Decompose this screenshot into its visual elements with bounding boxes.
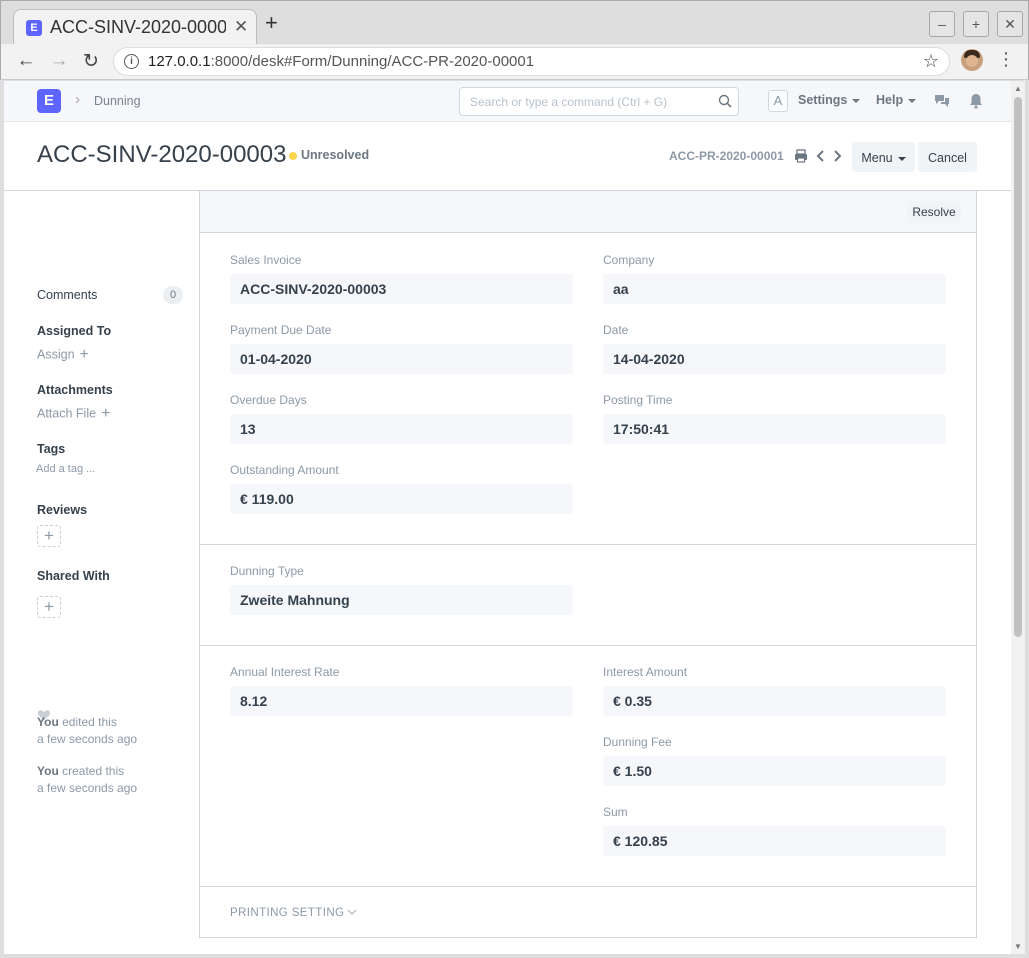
window-close-button[interactable]: ✕ xyxy=(997,11,1023,37)
notifications-bell-icon[interactable] xyxy=(967,92,985,110)
forward-arrow-icon[interactable]: → xyxy=(48,50,70,72)
payment-due-date-label: Payment Due Date xyxy=(230,323,332,337)
address-bar[interactable]: i 127.0.0.1:8000/desk#Form/Dunning/ACC-P… xyxy=(113,47,950,76)
resolve-button[interactable]: Resolve xyxy=(907,201,961,223)
tab-close-icon[interactable]: ✕ xyxy=(234,17,248,37)
printing-setting-section-head[interactable]: PRINTING SETTING xyxy=(230,907,344,919)
interest-amount-label: Interest Amount xyxy=(603,665,688,679)
print-icon[interactable] xyxy=(793,148,809,164)
section-divider xyxy=(200,544,976,545)
shared-with-label: Shared With xyxy=(37,569,110,583)
scroll-up-arrow-icon[interactable]: ▲ xyxy=(1014,84,1022,93)
breadcrumb-chevron-icon: › xyxy=(75,91,80,108)
dunning-type-field[interactable]: Zweite Mahnung xyxy=(230,585,573,615)
browser-menu-icon[interactable]: ⋮ xyxy=(997,49,1015,70)
tags-label: Tags xyxy=(37,442,66,456)
plus-icon: + xyxy=(101,405,111,422)
breadcrumb[interactable]: Dunning xyxy=(94,94,141,108)
user-avatar[interactable]: A xyxy=(768,90,788,112)
reload-icon[interactable]: ↻ xyxy=(80,50,102,73)
search-input[interactable] xyxy=(460,88,710,115)
sum-field[interactable]: € 120.85 xyxy=(603,826,946,856)
search-icon[interactable] xyxy=(718,94,732,108)
form-toolbar: Resolve xyxy=(200,191,976,233)
comments-label[interactable]: Comments xyxy=(37,288,97,302)
comments-count-badge: 0 xyxy=(163,286,183,304)
add-tag-link[interactable]: Add a tag ... xyxy=(36,463,95,475)
menu-button[interactable]: Menu xyxy=(852,142,915,172)
overdue-days-label: Overdue Days xyxy=(230,393,307,407)
page-title: ACC-SINV-2020-00003 xyxy=(37,141,287,168)
section-divider xyxy=(200,645,976,646)
awesome-bar[interactable] xyxy=(459,87,739,116)
company-label: Company xyxy=(603,253,655,267)
app-navbar: E › Dunning A Settings Help xyxy=(4,81,1011,122)
browser-tabbar: E ACC-SINV-2020-00003 ✕ + – + ✕ xyxy=(0,0,1029,45)
company-field[interactable]: aa xyxy=(603,274,946,304)
plus-icon: + xyxy=(79,346,89,363)
document-name: ACC-PR-2020-00001 xyxy=(669,149,784,163)
payment-due-date-field[interactable]: 01-04-2020 xyxy=(230,344,573,374)
interest-amount-field[interactable]: € 0.35 xyxy=(603,686,946,716)
outstanding-amount-label: Outstanding Amount xyxy=(230,463,339,477)
dunning-fee-field[interactable]: € 1.50 xyxy=(603,756,946,786)
dunning-fee-label: Dunning Fee xyxy=(603,735,672,749)
posting-time-label: Posting Time xyxy=(603,393,673,407)
sales-invoice-field[interactable]: ACC-SINV-2020-00003 xyxy=(230,274,573,304)
status-badge: Unresolved xyxy=(301,148,370,162)
tab-favicon: E xyxy=(26,20,42,36)
settings-dropdown[interactable]: Settings xyxy=(798,93,861,107)
scroll-down-arrow-icon[interactable]: ▼ xyxy=(1014,942,1022,951)
add-review-button[interactable]: + xyxy=(37,525,61,547)
next-document-icon[interactable] xyxy=(829,148,845,164)
assigned-to-label: Assigned To xyxy=(37,324,112,338)
reviews-label: Reviews xyxy=(37,503,88,517)
profile-avatar[interactable] xyxy=(961,49,983,71)
new-tab-button[interactable]: + xyxy=(265,12,278,34)
sales-invoice-label: Sales Invoice xyxy=(230,253,302,267)
posting-time-field[interactable]: 17:50:41 xyxy=(603,414,946,444)
form-sidebar: Comments 0 Assigned To Assign + Attachmen… xyxy=(4,192,199,954)
section-divider xyxy=(200,886,976,887)
caret-down-icon xyxy=(852,98,861,103)
annual-interest-rate-label: Annual Interest Rate xyxy=(230,665,340,679)
page-head: ACC-SINV-2020-00003 Unresolved ACC-PR-20… xyxy=(4,123,1011,191)
attach-file-link[interactable]: Attach File + xyxy=(37,405,110,423)
window-maximize-button[interactable]: + xyxy=(963,11,989,37)
annual-interest-rate-field[interactable]: 8.12 xyxy=(230,686,573,716)
date-label: Date xyxy=(603,323,629,337)
previous-document-icon[interactable] xyxy=(813,148,829,164)
back-arrow-icon[interactable]: ← xyxy=(15,50,37,72)
help-dropdown[interactable]: Help xyxy=(876,93,917,107)
browser-tab[interactable]: E ACC-SINV-2020-00003 ✕ xyxy=(13,9,257,45)
browser-toolbar: ← → ↻ i 127.0.0.1:8000/desk#Form/Dunning… xyxy=(0,44,1029,80)
chat-icon[interactable] xyxy=(933,92,951,110)
timeline-item: You created this a few seconds ago xyxy=(37,764,138,795)
window-minimize-button[interactable]: – xyxy=(929,11,955,37)
caret-down-icon xyxy=(897,156,906,161)
page-scrollbar[interactable]: ▲ ▼ xyxy=(1011,81,1025,954)
page-viewport: E › Dunning A Settings Help ACC-SINV-202… xyxy=(4,81,1011,954)
form-layout: Resolve Sales Invoice ACC-SINV-2020-0000… xyxy=(199,191,977,938)
outstanding-amount-field[interactable]: € 119.00 xyxy=(230,484,573,514)
app-logo[interactable]: E xyxy=(37,89,61,113)
dunning-type-label: Dunning Type xyxy=(230,564,304,578)
tab-title: ACC-SINV-2020-00003 xyxy=(50,17,226,37)
date-field[interactable]: 14-04-2020 xyxy=(603,344,946,374)
scrollbar-thumb[interactable] xyxy=(1014,97,1022,637)
add-share-button[interactable]: + xyxy=(37,596,61,618)
site-info-icon[interactable]: i xyxy=(124,54,139,69)
status-indicator-dot xyxy=(289,152,297,160)
caret-down-icon xyxy=(908,98,917,103)
url-text[interactable]: 127.0.0.1:8000/desk#Form/Dunning/ACC-PR-… xyxy=(148,53,534,70)
chevron-down-icon[interactable] xyxy=(346,906,358,918)
bookmark-star-icon[interactable]: ☆ xyxy=(923,51,939,72)
assign-link[interactable]: Assign + xyxy=(37,346,89,364)
cancel-button[interactable]: Cancel xyxy=(918,142,977,172)
overdue-days-field[interactable]: 13 xyxy=(230,414,573,444)
attachments-label: Attachments xyxy=(37,383,113,397)
timeline-item: You edited this a few seconds ago xyxy=(37,715,138,746)
sum-label: Sum xyxy=(603,805,628,819)
